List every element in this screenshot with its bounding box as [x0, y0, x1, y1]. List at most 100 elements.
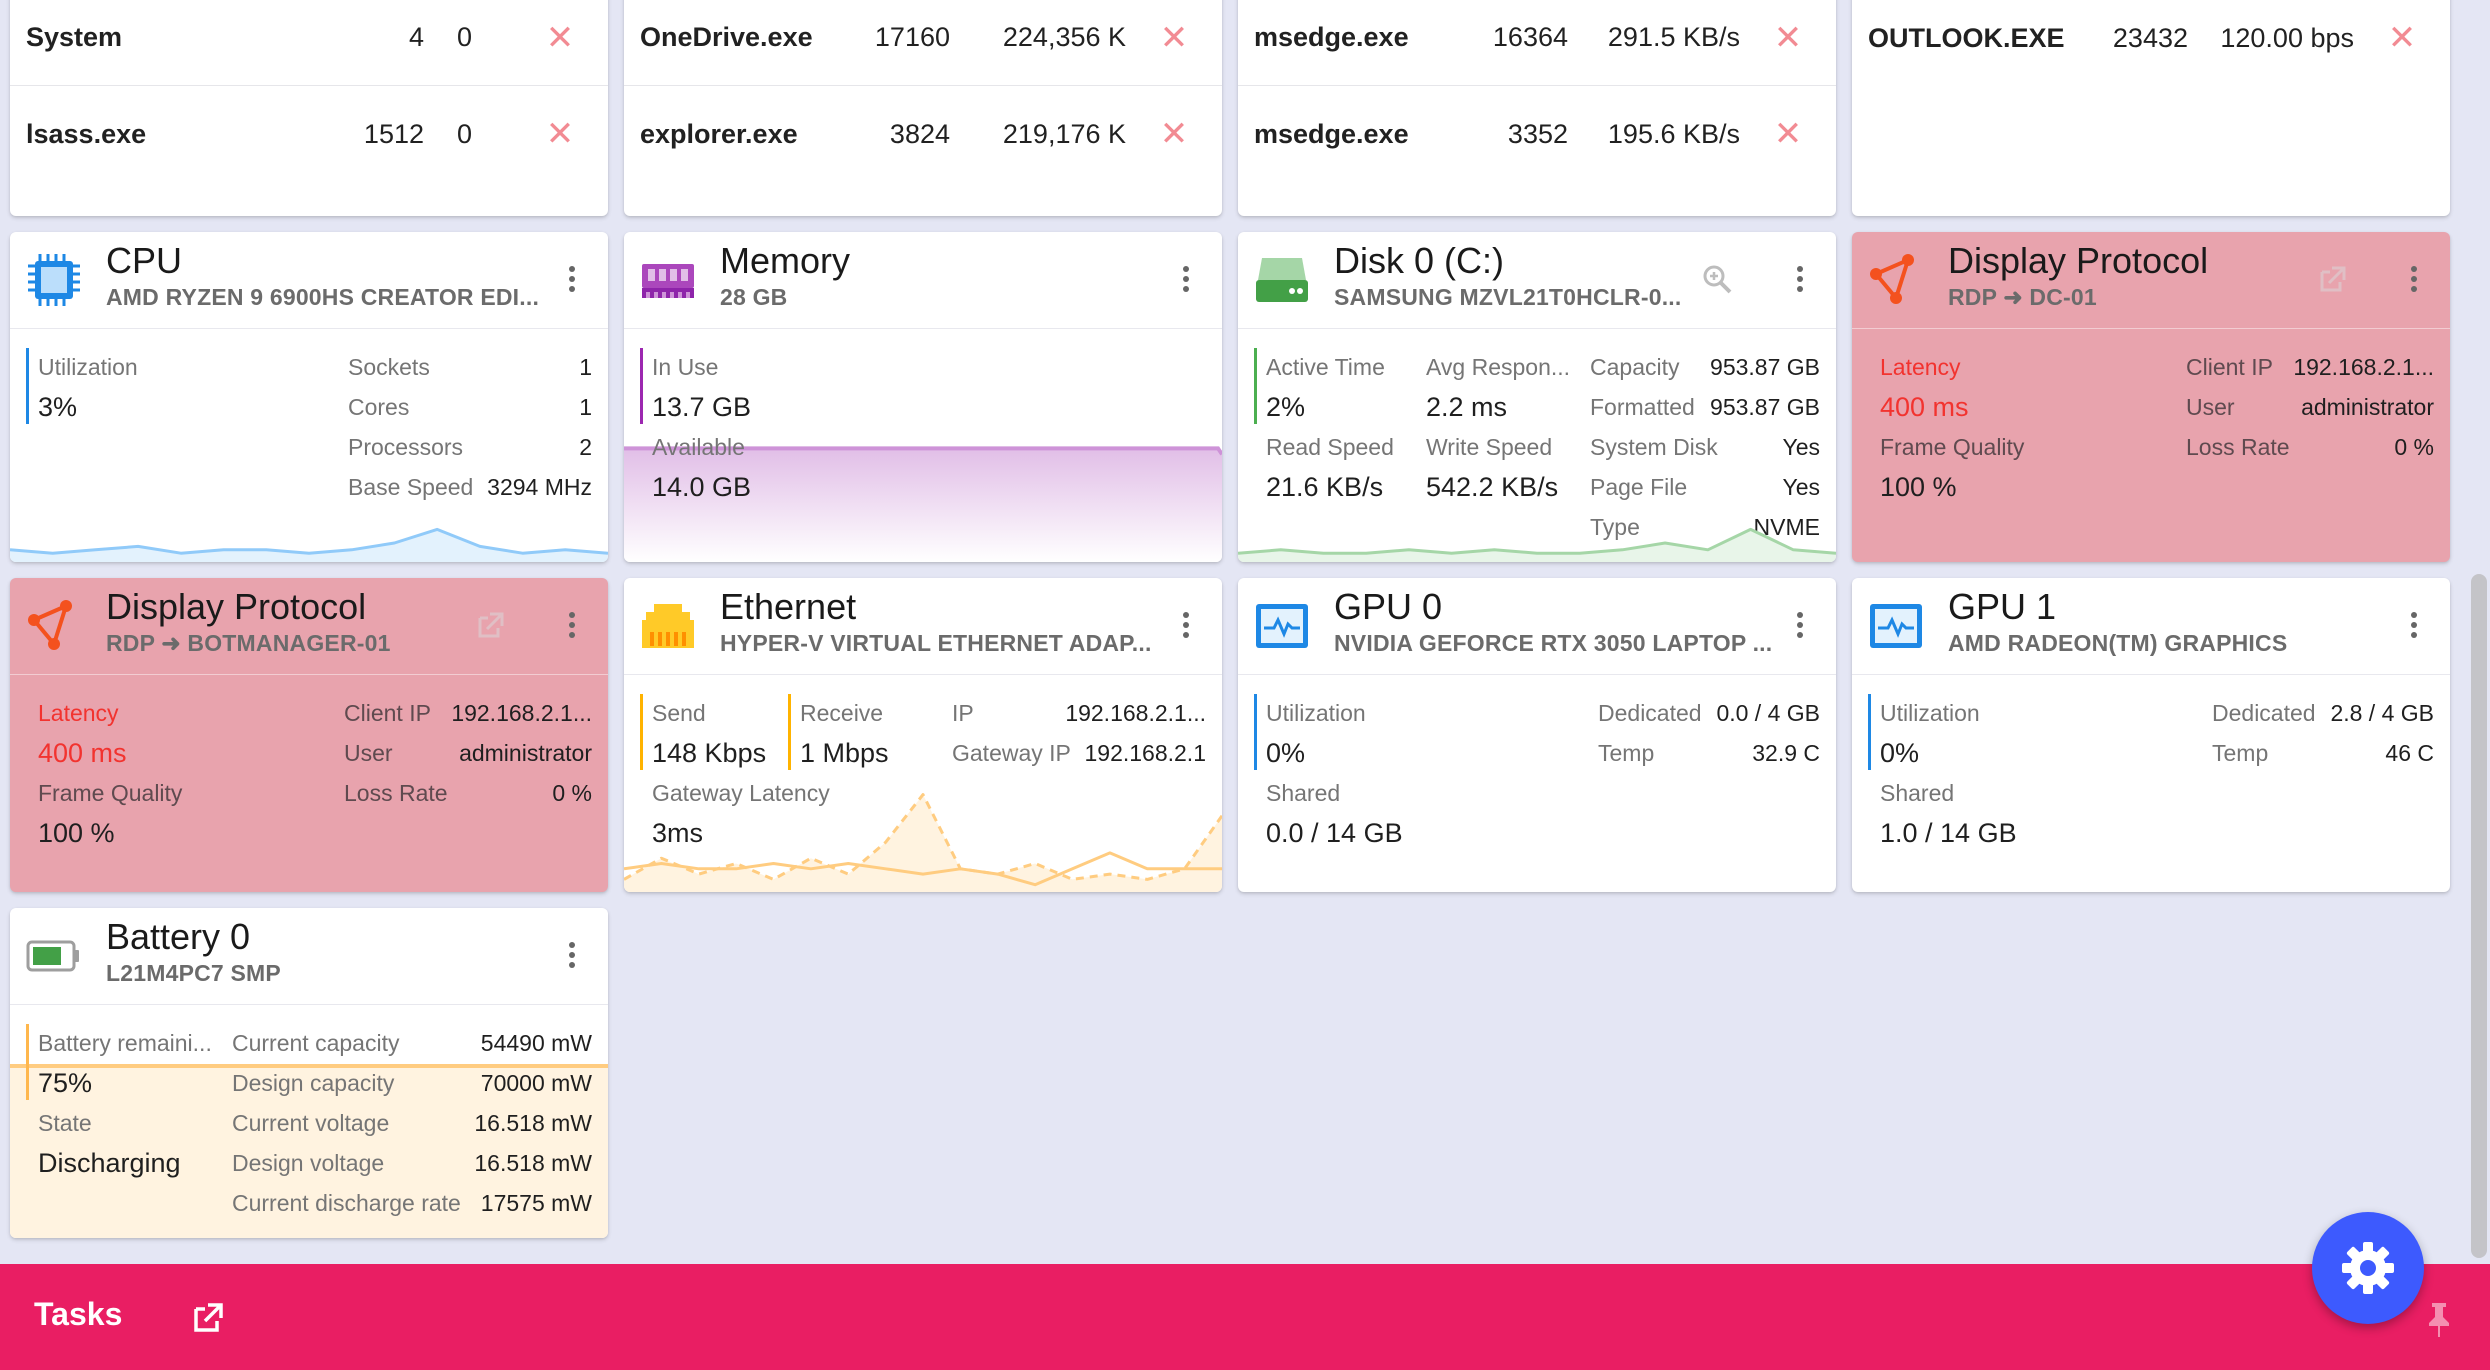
display-protocol-widget[interactable]: Display Protocol RDP ➜ DC-01 Latency 400… — [1852, 232, 2450, 562]
formatted-value: 953.87 GB — [1710, 394, 1820, 420]
process-row[interactable]: System 4 0 ✕ — [10, 0, 608, 86]
scrollbar[interactable] — [2468, 0, 2490, 1264]
process-row[interactable]: OneDrive.exe 17160 224,356 K ✕ — [624, 0, 1222, 86]
gateway-ip-label: Gateway IP — [952, 740, 1071, 766]
utilization-label: Utilization — [38, 354, 138, 380]
widget-header: Battery 0 L21M4PC7 SMP — [10, 908, 608, 1005]
gateway-ip-value: 192.168.2.1 — [1084, 740, 1206, 766]
avg-response-value: 2.2 ms — [1426, 392, 1508, 422]
gpu-widget[interactable]: GPU 0 NVIDIA GEFORCE RTX 3050 LAPTOP ...… — [1238, 578, 1836, 892]
widget-title: Disk 0 (C:) — [1334, 240, 1504, 281]
in-use-value: 13.7 GB — [652, 392, 752, 422]
receive-value: 1 Mbps — [800, 738, 889, 768]
open-external-icon[interactable] — [2314, 262, 2350, 298]
process-pid: 4 — [408, 22, 424, 52]
utilization-label: Utilization — [1266, 700, 1366, 726]
utilization-value: 0% — [1880, 738, 1920, 768]
process-row[interactable]: msedge.exe 3352 195.6 KB/s ✕ — [1238, 86, 1836, 182]
cpu-graph-area — [10, 529, 608, 562]
widget-subtitle: RDP ➜ BOTMANAGER-01 — [106, 630, 391, 656]
display-protocol-widget[interactable]: Display Protocol RDP ➜ BOTMANAGER-01 Lat… — [10, 578, 608, 892]
more-vert-icon[interactable] — [564, 938, 580, 978]
process-name: System — [26, 22, 123, 52]
monitor-pulse-icon — [1256, 604, 1308, 648]
process-pid: 23432 — [2112, 22, 2188, 53]
formatted-label: Formatted — [1590, 394, 1695, 420]
in-use-label: In Use — [652, 354, 719, 380]
process-usage: 0 — [456, 118, 472, 149]
open-external-icon[interactable] — [190, 1300, 226, 1336]
loss-rate-value: 0 % — [2394, 434, 2434, 460]
end-process-icon[interactable]: ✕ — [1156, 18, 1192, 58]
widget-header: Display Protocol RDP ➜ DC-01 — [1852, 232, 2450, 329]
more-vert-icon[interactable] — [1792, 608, 1808, 648]
pin-icon[interactable] — [2424, 1300, 2454, 1340]
battery-icon — [26, 940, 79, 972]
ip-label: IP — [952, 700, 974, 726]
cpu-process-list: System 4 0 ✕ lsass.exe 1512 0 ✕ — [10, 0, 608, 216]
frame-quality-value: 100 % — [1880, 472, 1957, 502]
widget-header: Ethernet HYPER-V VIRTUAL ETHERNET ADAP..… — [624, 578, 1222, 675]
process-name: OUTLOOK.EXE — [1868, 22, 2065, 53]
cpu-widget[interactable]: CPU AMD RYZEN 9 6900HS CREATOR EDI... Ut… — [10, 232, 608, 562]
utilization-value: 0% — [1266, 738, 1306, 768]
tasks-label[interactable]: Tasks — [34, 1296, 122, 1333]
design-capacity-value: 70000 mW — [480, 1070, 592, 1096]
cores-label: Cores — [348, 394, 410, 420]
process-pid: 3824 — [889, 118, 950, 149]
sockets-label: Sockets — [348, 354, 430, 380]
memory-graph-area — [624, 448, 1222, 562]
more-vert-icon[interactable] — [564, 262, 580, 302]
latency-label: Latency — [1880, 354, 1961, 380]
process-name: OneDrive.exe — [640, 22, 813, 52]
process-row[interactable]: lsass.exe 1512 0 ✕ — [10, 86, 608, 182]
design-voltage-value: 16.518 mW — [474, 1150, 592, 1176]
end-process-icon[interactable]: ✕ — [1156, 114, 1192, 154]
battery-widget[interactable]: Battery 0 L21M4PC7 SMP Battery remaini..… — [10, 908, 608, 1238]
receive-label: Receive — [800, 700, 884, 726]
end-process-icon[interactable]: ✕ — [542, 114, 578, 154]
more-vert-icon[interactable] — [564, 608, 580, 648]
ethernet-widget[interactable]: Ethernet HYPER-V VIRTUAL ETHERNET ADAP..… — [624, 578, 1222, 892]
gpu-widget[interactable]: GPU 1 AMD RADEON(TM) GRAPHICS Utilizatio… — [1852, 578, 2450, 892]
more-vert-icon[interactable] — [1792, 262, 1808, 302]
widget-header: GPU 0 NVIDIA GEFORCE RTX 3050 LAPTOP ... — [1238, 578, 1836, 675]
process-row[interactable]: msedge.exe 16364 291.5 KB/s ✕ — [1238, 0, 1836, 86]
user-value: administrator — [2301, 394, 2434, 420]
open-external-icon[interactable] — [472, 608, 508, 644]
dedicated-label: Dedicated — [2212, 700, 2316, 726]
more-vert-icon[interactable] — [1178, 608, 1194, 648]
loss-rate-value: 0 % — [552, 780, 592, 806]
disk-widget[interactable]: Disk 0 (C:) SAMSUNG MZVL21T0HCLR-0... Ac… — [1238, 232, 1836, 562]
more-vert-icon[interactable] — [2406, 262, 2422, 302]
user-label: User — [344, 740, 393, 766]
process-pid: 17160 — [874, 22, 950, 52]
scrollbar-thumb[interactable] — [2471, 574, 2487, 1258]
process-usage: 120.00 bps — [2220, 22, 2354, 53]
settings-button[interactable] — [2312, 1212, 2424, 1324]
end-process-icon[interactable]: ✕ — [1770, 114, 1806, 154]
zoom-in-icon[interactable] — [1700, 262, 1736, 298]
gateway-latency-label: Gateway Latency — [652, 780, 830, 806]
process-usage: 219,176 K — [1002, 118, 1126, 149]
process-name: msedge.exe — [1254, 118, 1409, 149]
send-label: Send — [652, 700, 706, 726]
more-vert-icon[interactable] — [1178, 262, 1194, 302]
end-process-icon[interactable]: ✕ — [542, 18, 578, 58]
shared-value: 1.0 / 14 GB — [1880, 818, 2017, 848]
process-row[interactable]: explorer.exe 3824 219,176 K ✕ — [624, 86, 1222, 182]
process-row[interactable]: OUTLOOK.EXE 23432 120.00 bps ✕ — [1852, 0, 2450, 86]
state-value: Discharging — [38, 1148, 181, 1178]
widget-subtitle: AMD RYZEN 9 6900HS CREATOR EDI... — [106, 284, 540, 310]
battery-remaining-label: Battery remaini... — [38, 1030, 212, 1056]
latency-label: Latency — [38, 700, 119, 726]
widget-subtitle: HYPER-V VIRTUAL ETHERNET ADAP... — [720, 630, 1152, 656]
shared-label: Shared — [1266, 780, 1341, 806]
end-process-icon[interactable]: ✕ — [2384, 18, 2420, 58]
process-pid: 3352 — [1507, 118, 1568, 149]
end-process-icon[interactable]: ✕ — [1770, 18, 1806, 58]
shared-label: Shared — [1880, 780, 1955, 806]
page-file-label: Page File — [1590, 474, 1688, 500]
more-vert-icon[interactable] — [2406, 608, 2422, 648]
memory-widget[interactable]: Memory 28 GB In Use 13.7 GB Available 14… — [624, 232, 1222, 562]
